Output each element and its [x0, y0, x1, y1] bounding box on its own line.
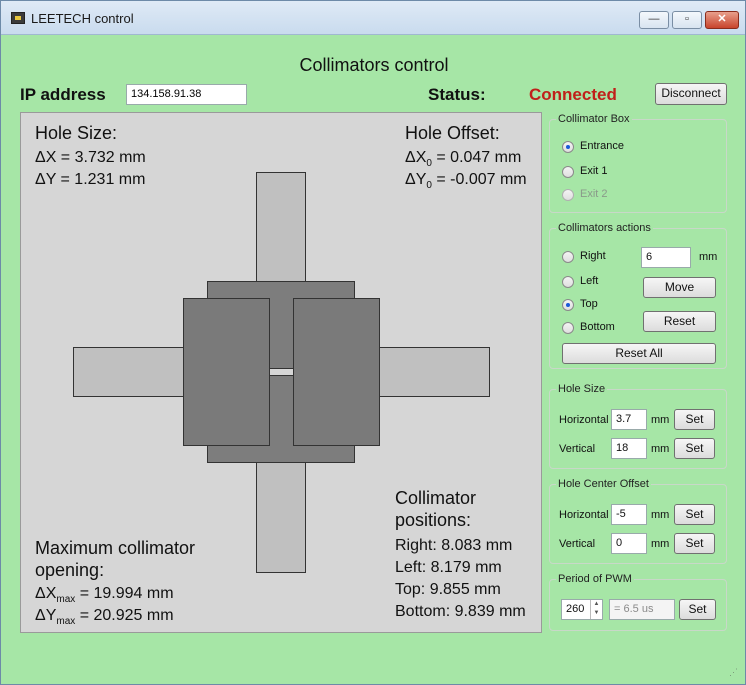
collimator-box-group: Collimator Box Entrance Exit 1 Exit 2 [549, 113, 727, 213]
page-title: Collimators control [299, 55, 449, 75]
hole-size-dy: ΔY = 1.231 mm [35, 171, 146, 188]
ip-address-input[interactable]: 134.158.91.38 [126, 84, 247, 105]
hole-size-title: Hole Size: [35, 123, 118, 143]
radio-indicator [562, 166, 574, 178]
position-bottom: Bottom: 9.839 mm [395, 603, 526, 620]
hole-size-vertical-input[interactable]: 18 [611, 438, 647, 459]
positions-title-2: positions: [395, 510, 472, 530]
pwm-title: Period of PWM [556, 573, 634, 585]
position-top: Top: 9.855 mm [395, 581, 501, 598]
move-button[interactable]: Move [643, 277, 716, 298]
unit-label: mm [651, 509, 670, 521]
close-button[interactable]: ✕ [705, 11, 739, 29]
radio-indicator [562, 322, 574, 334]
bottom-blade [256, 462, 306, 573]
app-window: LEETECH control — ▫ ✕ Collimators contro… [0, 0, 746, 685]
collimators-actions-group: Collimators actions Right Left Top Botto… [549, 222, 727, 369]
right-blade [377, 347, 490, 397]
hole-center-offset-title: Hole Center Offset [556, 478, 651, 490]
vertical-label: Vertical [559, 538, 596, 550]
vertical-label: Vertical [559, 443, 596, 455]
status-value: Connected [529, 85, 617, 104]
horizontal-label: Horizontal [559, 509, 609, 521]
hole-size-group: Hole Size Horizontal 3.7 mm Set Vertical… [549, 383, 727, 469]
unit-label: mm [651, 538, 670, 550]
disconnect-button[interactable]: Disconnect [655, 83, 727, 105]
resize-grip-icon[interactable]: ⋰ [729, 667, 738, 678]
hole-size-dx: ΔX = 3.732 mm [35, 149, 146, 166]
left-jaw [183, 298, 270, 446]
app-icon [11, 12, 25, 24]
radio-indicator [562, 189, 574, 201]
status-label: Status: [428, 85, 486, 104]
window-title: LEETECH control [31, 11, 134, 26]
spin-arrows-icon[interactable]: ▲ ▼ [590, 600, 602, 619]
pwm-group: Period of PWM 260 ▲ ▼ = 6.5 us Set [549, 573, 727, 631]
ip-address-label: IP address [20, 85, 106, 104]
top-blade [256, 172, 306, 282]
radio-indicator [562, 141, 574, 153]
maximize-button[interactable]: ▫ [672, 11, 702, 29]
max-opening-dx: ΔXmax = 19.994 mm [35, 585, 174, 606]
pwm-computed-field: = 6.5 us [609, 599, 675, 620]
reset-all-button[interactable]: Reset All [562, 343, 716, 364]
offset-vertical-input[interactable]: 0 [611, 533, 647, 554]
right-jaw [293, 298, 380, 446]
pwm-value: 260 [566, 603, 585, 615]
hole-offset-dx: ΔX0 = 0.047 mm [405, 149, 522, 170]
radio-indicator [562, 276, 574, 288]
hole-size-group-title: Hole Size [556, 383, 608, 395]
radio-indicator [562, 251, 574, 263]
hole-offset-title: Hole Offset: [405, 123, 500, 143]
minimize-button[interactable]: — [639, 11, 669, 29]
hole-size-vertical-set-button[interactable]: Set [674, 438, 715, 459]
collimators-actions-title: Collimators actions [556, 222, 653, 234]
horizontal-label: Horizontal [559, 414, 609, 426]
collimator-view: Hole Size: ΔX = 3.732 mm ΔY = 1.231 mm H… [20, 112, 542, 633]
position-right: Right: 8.083 mm [395, 537, 513, 554]
hole-size-horizontal-input[interactable]: 3.7 [611, 409, 647, 430]
unit-label: mm [651, 443, 670, 455]
positions-title-1: Collimator [395, 488, 477, 508]
radio-indicator [562, 299, 574, 311]
hole-size-horizontal-set-button[interactable]: Set [674, 409, 715, 430]
unit-label: mm [651, 414, 670, 426]
hole-center-offset-group: Hole Center Offset Horizontal -5 mm Set … [549, 478, 727, 564]
offset-vertical-set-button[interactable]: Set [674, 533, 715, 554]
step-input[interactable]: 6 [641, 247, 691, 268]
max-opening-dy: ΔYmax = 20.925 mm [35, 607, 174, 628]
main-panel: Collimators control IP address 134.158.9… [5, 35, 743, 682]
max-opening-title-2: opening: [35, 560, 105, 580]
hole-offset-dy: ΔY0 = -0.007 mm [405, 171, 527, 192]
step-unit: mm [699, 251, 718, 263]
offset-horizontal-set-button[interactable]: Set [674, 504, 715, 525]
left-blade [73, 347, 185, 397]
title-bar[interactable]: LEETECH control — ▫ ✕ [1, 1, 745, 35]
offset-horizontal-input[interactable]: -5 [611, 504, 647, 525]
max-opening-title-1: Maximum collimator [35, 538, 196, 558]
pwm-set-button[interactable]: Set [679, 599, 716, 620]
reset-button[interactable]: Reset [643, 311, 716, 332]
collimator-box-title: Collimator Box [556, 113, 632, 125]
position-left: Left: 8.179 mm [395, 559, 502, 576]
pwm-spinbox[interactable]: 260 ▲ ▼ [561, 599, 603, 620]
